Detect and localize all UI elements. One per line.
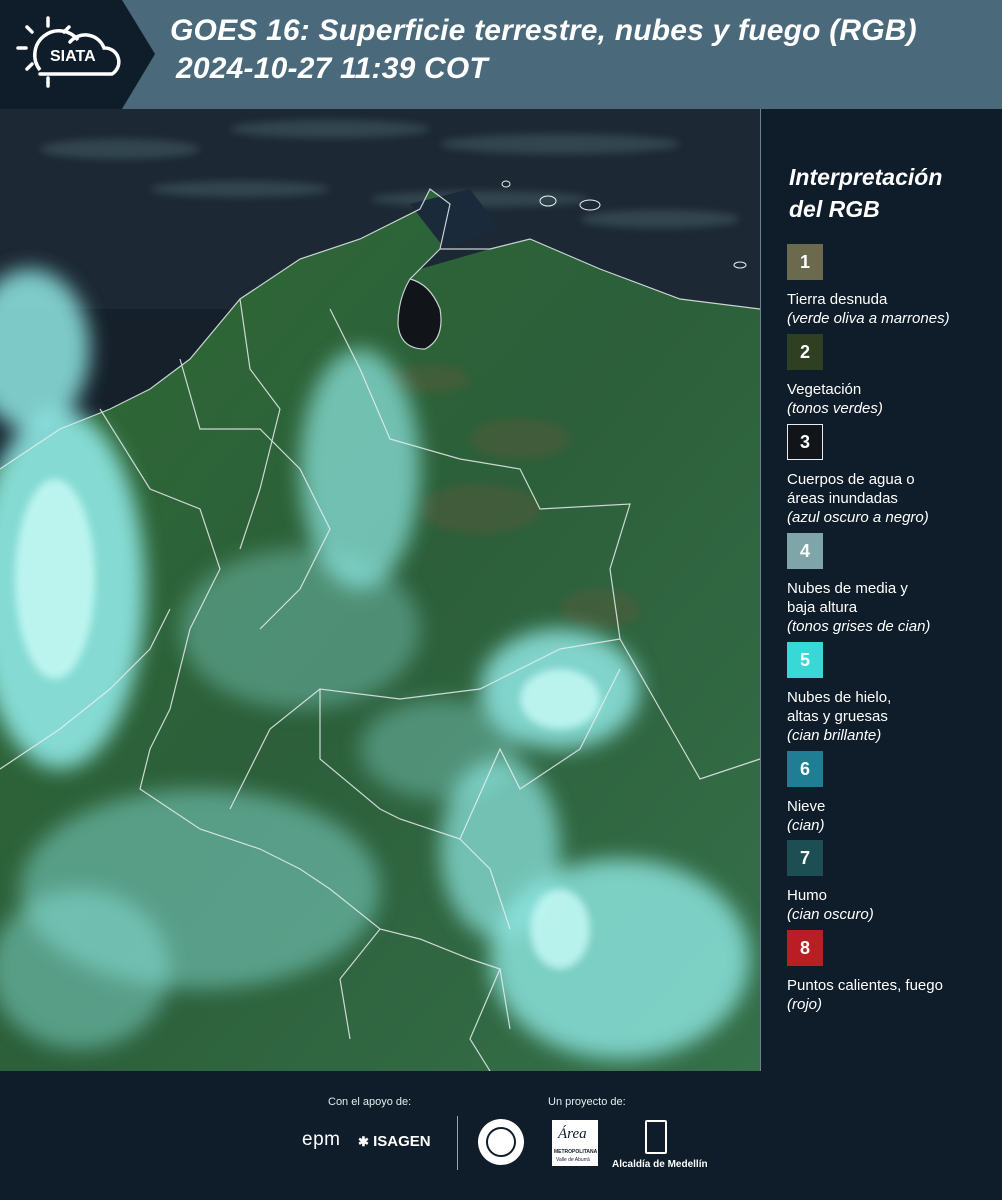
legend-swatch: 3 bbox=[787, 424, 823, 460]
legend-item-mid-low-clouds: 4 Nubes de media y baja altura (tonos gr… bbox=[787, 533, 997, 636]
legend-item-vegetation: 2 Vegetación (tonos verdes) bbox=[787, 334, 997, 418]
support-caption: Con el apoyo de: bbox=[328, 1096, 412, 1108]
medellin-shield-icon bbox=[645, 1120, 667, 1154]
footer: Con el apoyo de: Un proyecto de: epm ✱ I… bbox=[0, 1071, 1002, 1200]
satellite-map[interactable] bbox=[0, 109, 761, 1071]
isagen-icon: ✱ bbox=[358, 1134, 369, 1149]
legend-swatch: 2 bbox=[787, 334, 823, 370]
legend-item-snow: 6 Nieve (cian) bbox=[787, 751, 997, 835]
page-title: GOES 16: Superficie terrestre, nubes y f… bbox=[170, 14, 917, 47]
legend-swatch: 7 bbox=[787, 840, 823, 876]
medellin-seal bbox=[478, 1119, 524, 1165]
legend-swatch: 5 bbox=[787, 642, 823, 678]
legend-panel: Interpretación del RGB 1 Tierra desnuda … bbox=[761, 109, 1002, 1071]
legend-item-smoke: 7 Humo (cian oscuro) bbox=[787, 840, 997, 924]
legend-item-ice-clouds: 5 Nubes de hielo, altas y gruesas (cian … bbox=[787, 642, 997, 745]
header-bar: SIATA GOES 16: Superficie terrestre, nub… bbox=[0, 0, 1002, 109]
legend-swatch: 1 bbox=[787, 244, 823, 280]
timestamp: 2024-10-27 11:39 COT bbox=[176, 52, 488, 85]
legend-swatch: 8 bbox=[787, 930, 823, 966]
area-metropolitana-logo: Área METROPOLITANA Valle de Aburrá bbox=[552, 1120, 598, 1166]
epm-logo: epm bbox=[302, 1129, 341, 1150]
legend-swatch: 4 bbox=[787, 533, 823, 569]
isagen-logo: ✱ ISAGEN bbox=[358, 1133, 431, 1150]
legend-item-fire: 8 Puntos calientes, fuego (rojo) bbox=[787, 930, 997, 1014]
alcaldia-medellin-logo: Alcaldía de Medellín bbox=[612, 1159, 708, 1170]
siata-logo: SIATA bbox=[0, 0, 155, 109]
legend-heading: Interpretación del RGB bbox=[789, 164, 943, 222]
legend-swatch: 6 bbox=[787, 751, 823, 787]
legend-item-bare-land: 1 Tierra desnuda (verde oliva a marrones… bbox=[787, 244, 997, 328]
project-caption: Un proyecto de: bbox=[548, 1096, 626, 1108]
footer-divider bbox=[457, 1116, 458, 1170]
legend-item-water: 3 Cuerpos de agua o áreas inundadas (azu… bbox=[787, 424, 997, 527]
svg-text:SIATA: SIATA bbox=[50, 48, 96, 65]
